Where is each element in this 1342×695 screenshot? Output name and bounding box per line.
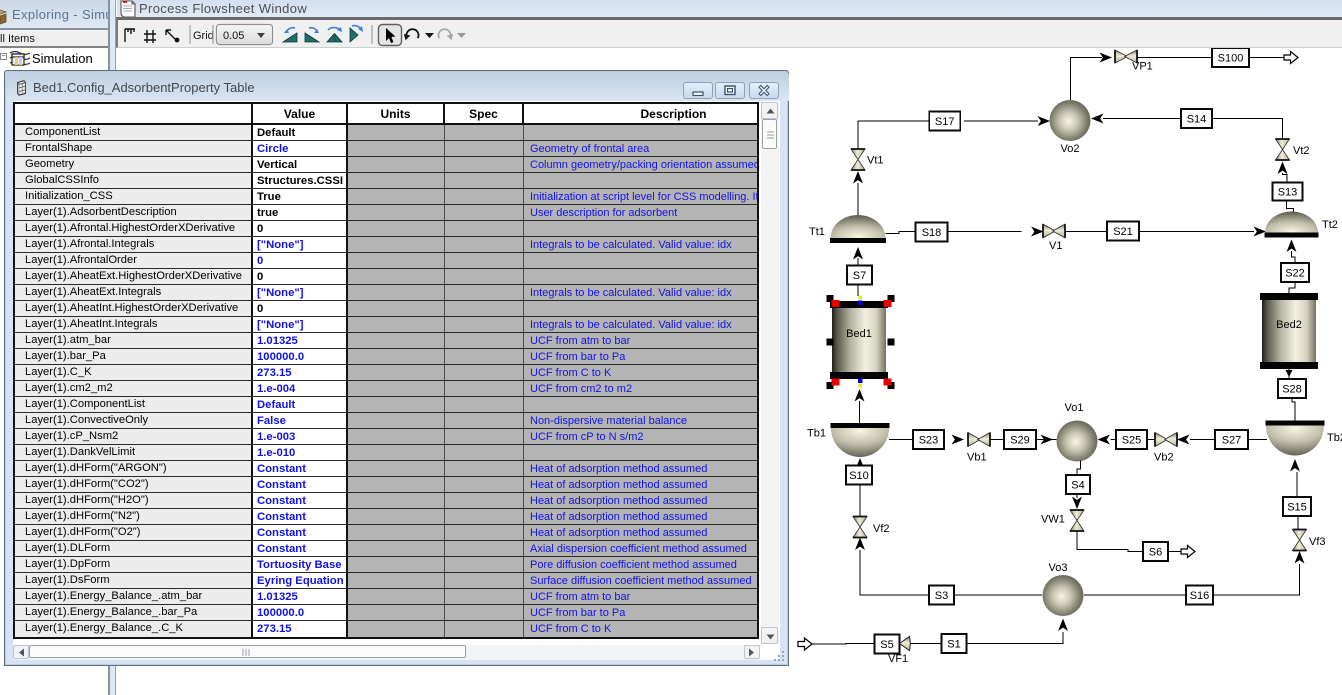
svg-text:VP1: VP1 xyxy=(1132,61,1153,73)
svg-text:Vt1: Vt1 xyxy=(867,155,884,167)
svg-text:S100: S100 xyxy=(1218,53,1244,65)
svg-text:S23: S23 xyxy=(919,435,939,447)
svg-text:0.05: 0.05 xyxy=(223,30,244,42)
svg-text:V1: V1 xyxy=(1049,240,1062,252)
svg-text:Tb2: Tb2 xyxy=(1327,432,1342,444)
svg-text:Vt2: Vt2 xyxy=(1293,145,1310,157)
svg-text:S28: S28 xyxy=(1282,384,1302,396)
svg-text:Grid: Grid xyxy=(193,30,214,42)
svg-text:S17: S17 xyxy=(935,116,955,128)
svg-text:S27: S27 xyxy=(1222,435,1242,447)
svg-text:Vo2: Vo2 xyxy=(1061,143,1080,155)
svg-text:VF1: VF1 xyxy=(888,653,908,665)
svg-text:Vf2: Vf2 xyxy=(873,523,890,535)
svg-text:Vo3: Vo3 xyxy=(1049,562,1068,574)
svg-text:Vo1: Vo1 xyxy=(1065,402,1084,414)
svg-text:S16: S16 xyxy=(1190,590,1210,602)
svg-text:Tt2: Tt2 xyxy=(1322,219,1338,231)
svg-text:S4: S4 xyxy=(1071,480,1084,492)
svg-text:Tt1: Tt1 xyxy=(809,226,825,238)
svg-text:Vb1: Vb1 xyxy=(967,452,987,464)
svg-text:S1: S1 xyxy=(947,639,960,651)
svg-text:S15: S15 xyxy=(1287,502,1307,514)
svg-text:Bed2: Bed2 xyxy=(1276,319,1302,331)
svg-text:S6: S6 xyxy=(1149,547,1162,559)
svg-text:S5: S5 xyxy=(880,639,893,651)
svg-text:S18: S18 xyxy=(922,227,942,239)
svg-text:VW1: VW1 xyxy=(1041,514,1065,526)
svg-text:Bed1: Bed1 xyxy=(846,328,872,340)
svg-text:S21: S21 xyxy=(1113,226,1133,238)
svg-text:S13: S13 xyxy=(1278,187,1298,199)
svg-text:Tb1: Tb1 xyxy=(807,428,826,440)
svg-text:S22: S22 xyxy=(1285,268,1305,280)
svg-text:S14: S14 xyxy=(1187,114,1207,126)
svg-text:S29: S29 xyxy=(1010,435,1030,447)
svg-text:S10: S10 xyxy=(849,470,869,482)
svg-text:S25: S25 xyxy=(1122,435,1142,447)
svg-text:Vb2: Vb2 xyxy=(1154,452,1174,464)
svg-text:S7: S7 xyxy=(853,270,866,282)
svg-text:Vf3: Vf3 xyxy=(1309,536,1326,548)
svg-text:S3: S3 xyxy=(935,590,948,602)
